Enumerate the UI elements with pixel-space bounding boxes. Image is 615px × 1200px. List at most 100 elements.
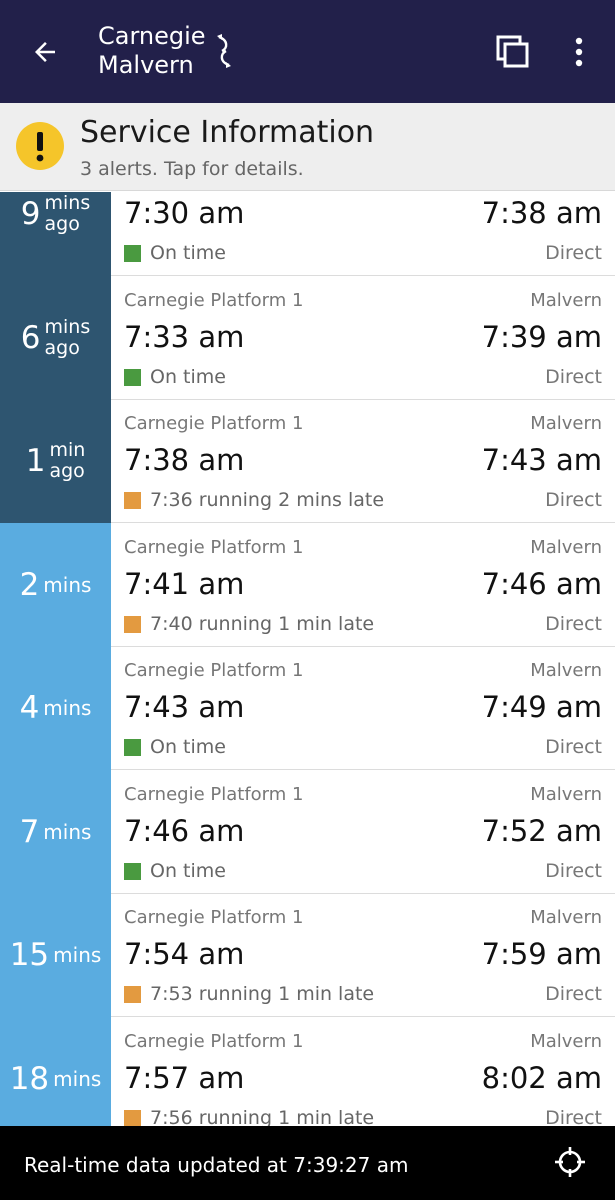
countdown-cell: 2 mins: [0, 523, 111, 647]
countdown-number: 6: [20, 319, 41, 356]
depart-time: 7:30 am: [124, 196, 245, 230]
departure-row[interactable]: 2 mins Carnegie Platform 1 Malvern 7:41 …: [0, 523, 615, 647]
depart-time: 7:46 am: [124, 814, 245, 848]
route-title: Carnegie Malvern: [98, 22, 236, 80]
departure-row[interactable]: 4 mins Carnegie Platform 1 Malvern 7:43 …: [0, 646, 615, 770]
countdown-cell: 18 mins: [0, 1017, 111, 1126]
countdown-cell: 6 mins ago: [0, 276, 111, 400]
countdown-suffix: ago: [44, 213, 80, 235]
platform-label: Carnegie Platform 1: [124, 784, 304, 805]
destination-label: Malvern: [530, 660, 602, 681]
countdown-cell: 7 mins: [0, 770, 111, 894]
platform-label: Carnegie Platform 1: [124, 290, 304, 311]
countdown-suffix: ago: [49, 460, 85, 482]
status-indicator: [124, 738, 141, 756]
status-text: 7:36 running 2 mins late: [150, 489, 385, 511]
countdown-number: 7: [19, 813, 40, 850]
more-vert-icon: [575, 37, 583, 67]
countdown-unit: mins: [43, 573, 92, 597]
platform-label: Carnegie Platform 1: [124, 413, 304, 434]
status-indicator: [124, 244, 141, 262]
route-type: Direct: [545, 489, 602, 511]
countdown-number: 9: [20, 195, 41, 232]
route-type: Direct: [545, 736, 602, 758]
status-text: On time: [150, 736, 226, 758]
swap-direction-button[interactable]: [212, 31, 236, 71]
locate-button[interactable]: [550, 1142, 590, 1182]
depart-time: 7:38 am: [124, 443, 245, 477]
departure-row[interactable]: 6 mins ago Carnegie Platform 1 Malvern 7…: [0, 276, 615, 400]
countdown-unit: mins: [44, 192, 91, 214]
countdown-cell: 4 mins: [0, 646, 111, 770]
route-type: Direct: [545, 860, 602, 882]
status-indicator: [124, 368, 141, 386]
arrive-time: 7:49 am: [481, 690, 602, 724]
arrive-time: 7:46 am: [481, 567, 602, 601]
status-text: 7:40 running 1 min late: [150, 613, 375, 635]
depart-time: 7:43 am: [124, 690, 245, 724]
arrive-time: 7:52 am: [481, 814, 602, 848]
countdown-number: 4: [19, 689, 40, 726]
countdown-unit: mins: [43, 696, 92, 720]
back-button[interactable]: [22, 29, 68, 75]
status-text: On time: [150, 366, 226, 388]
arrive-time: 7:59 am: [481, 937, 602, 971]
departure-row[interactable]: 15 mins Carnegie Platform 1 Malvern 7:54…: [0, 893, 615, 1017]
route-type: Direct: [545, 613, 602, 635]
status-text: 7:53 running 1 min late: [150, 983, 375, 1005]
status-text: On time: [150, 860, 226, 882]
depart-time: 7:57 am: [124, 1061, 245, 1095]
platform-label: Carnegie Platform 1: [124, 907, 304, 928]
destination-label: Malvern: [530, 537, 602, 558]
alert-title: Service Information: [80, 115, 375, 150]
arrive-time: 7:38 am: [481, 196, 602, 230]
depart-time: 7:54 am: [124, 937, 245, 971]
locate-icon: [555, 1147, 585, 1177]
app-bar: Carnegie Malvern: [0, 0, 615, 103]
status-text: On time: [150, 242, 226, 264]
departure-row[interactable]: 9 mins ago 7:30 am 7:38 am On time Direc…: [0, 192, 615, 276]
countdown-unit: mins: [43, 820, 92, 844]
status-indicator: [124, 615, 141, 633]
platform-label: Carnegie Platform 1: [124, 660, 304, 681]
departure-list: 9 mins ago 7:30 am 7:38 am On time Direc…: [0, 192, 615, 1126]
countdown-number: 18: [9, 1060, 50, 1097]
destination-label: Malvern: [530, 1031, 602, 1052]
countdown-cell: 15 mins: [0, 893, 111, 1017]
status-indicator: [124, 1109, 141, 1126]
arrive-time: 7:39 am: [481, 320, 602, 354]
countdown-unit: mins: [53, 943, 102, 967]
windows-button[interactable]: [490, 29, 536, 75]
countdown-cell: 1 min ago: [0, 399, 111, 523]
countdown-number: 2: [19, 566, 40, 603]
destination-label: Malvern: [530, 413, 602, 434]
platform-label: Carnegie Platform 1: [124, 1031, 304, 1052]
depart-time: 7:33 am: [124, 320, 245, 354]
route-type: Direct: [545, 1107, 602, 1126]
status-footer: Real-time data updated at 7:39:27 am: [0, 1126, 615, 1200]
arrive-time: 8:02 am: [481, 1061, 602, 1095]
destination-label: Malvern: [530, 907, 602, 928]
countdown-unit: mins: [53, 1067, 102, 1091]
origin-label: Carnegie: [98, 22, 206, 50]
status-text: 7:56 running 1 min late: [150, 1107, 375, 1126]
departure-row[interactable]: 1 min ago Carnegie Platform 1 Malvern 7:…: [0, 399, 615, 523]
countdown-unit: mins: [44, 316, 91, 338]
status-indicator: [124, 985, 141, 1003]
alert-subtitle: 3 alerts. Tap for details.: [80, 158, 304, 180]
countdown-number: 1: [25, 442, 46, 479]
destination-label: Malvern: [98, 51, 194, 79]
destination-label: Malvern: [530, 290, 602, 311]
departure-row[interactable]: 7 mins Carnegie Platform 1 Malvern 7:46 …: [0, 770, 615, 894]
countdown-number: 15: [9, 936, 50, 973]
status-indicator: [124, 491, 141, 509]
more-options-button[interactable]: [560, 29, 598, 75]
departure-row[interactable]: 18 mins Carnegie Platform 1 Malvern 7:57…: [0, 1017, 615, 1126]
arrive-time: 7:43 am: [481, 443, 602, 477]
countdown-suffix: ago: [44, 337, 80, 359]
status-indicator: [124, 862, 141, 880]
countdown-unit: min: [49, 439, 86, 461]
countdown-cell: 9 mins ago: [0, 192, 111, 276]
route-type: Direct: [545, 242, 602, 264]
warning-icon: [16, 122, 64, 170]
